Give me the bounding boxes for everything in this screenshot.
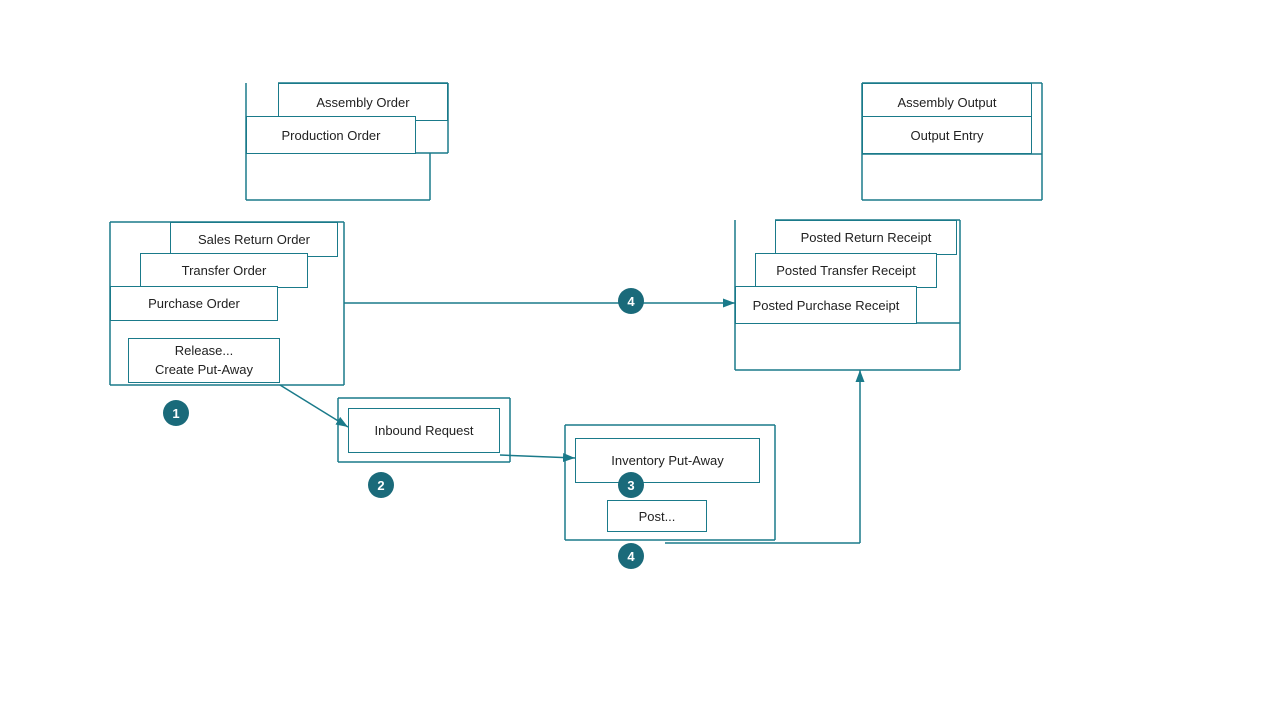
transfer-order-label: Transfer Order	[182, 263, 267, 278]
release-create-box: Release...Create Put-Away	[128, 338, 280, 383]
badge-4-bot: 4	[618, 543, 644, 569]
posted-return-receipt-label: Posted Return Receipt	[801, 230, 932, 245]
production-order-label: Production Order	[282, 128, 381, 143]
inbound-request-label: Inbound Request	[374, 423, 473, 438]
transfer-order-box: Transfer Order	[140, 253, 308, 288]
posted-return-receipt-box: Posted Return Receipt	[775, 220, 957, 255]
inventory-putaway-label: Inventory Put-Away	[611, 453, 723, 468]
output-entry-label: Output Entry	[911, 128, 984, 143]
post-button-box[interactable]: Post...	[607, 500, 707, 532]
sales-return-order-label: Sales Return Order	[198, 232, 310, 247]
posted-transfer-receipt-label: Posted Transfer Receipt	[776, 263, 915, 278]
assembly-order-label: Assembly Order	[316, 95, 409, 110]
production-order-box: Production Order	[246, 116, 416, 154]
posted-transfer-receipt-box: Posted Transfer Receipt	[755, 253, 937, 288]
post-button-label: Post...	[639, 509, 676, 524]
badge-4-top: 4	[618, 288, 644, 314]
purchase-order-label: Purchase Order	[148, 296, 240, 311]
inventory-putaway-box: Inventory Put-Away	[575, 438, 760, 483]
badge-3: 3	[618, 472, 644, 498]
posted-purchase-receipt-box: Posted Purchase Receipt	[735, 286, 917, 324]
purchase-order-box: Purchase Order	[110, 286, 278, 321]
diagram-container: Assembly Order Production Order Assembly…	[0, 0, 1280, 720]
posted-purchase-receipt-label: Posted Purchase Receipt	[753, 298, 900, 313]
assembly-output-label: Assembly Output	[898, 95, 997, 110]
inbound-request-box: Inbound Request	[348, 408, 500, 453]
badge-2: 2	[368, 472, 394, 498]
output-entry-box: Output Entry	[862, 116, 1032, 154]
badge-1: 1	[163, 400, 189, 426]
sales-return-order-box: Sales Return Order	[170, 222, 338, 257]
release-create-label: Release...Create Put-Away	[155, 342, 253, 378]
